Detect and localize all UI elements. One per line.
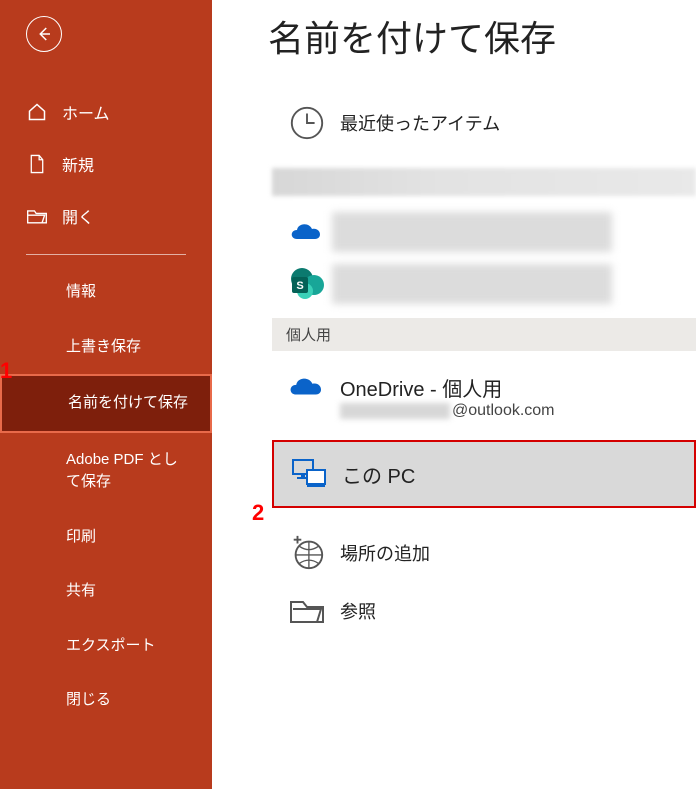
home-icon [26,102,48,122]
onedrive-email: @outlook.com [340,402,555,420]
nav-print[interactable]: 印刷 [0,510,212,565]
globe-plus-icon [282,534,332,572]
callout-1: 1 [0,358,12,384]
backstage-sidebar: ホーム 新規 開く 情報 上書き保存 名前を付けて保存 Adobe PDF とし… [0,0,212,789]
nav-share[interactable]: 共有 [0,564,212,619]
add-place-label: 場所の追加 [340,540,430,566]
nav-home[interactable]: ホーム [0,86,212,138]
clock-icon [282,104,332,142]
redacted-email-user [340,403,450,419]
location-sharepoint[interactable]: S [272,258,696,310]
svg-text:S: S [296,280,303,292]
onedrive-icon [282,373,332,401]
location-add-place[interactable]: 場所の追加 [272,522,696,584]
nav-save[interactable]: 上書き保存 [0,320,212,375]
callout-2: 2 [252,500,264,526]
onedrive-email-suffix: @outlook.com [452,402,555,419]
sharepoint-icon: S [282,267,332,301]
nav-close[interactable]: 閉じる [0,673,212,728]
redacted-text [332,212,612,252]
location-onedrive-personal[interactable]: OneDrive - 個人用 @outlook.com [272,363,696,440]
nav-list: ホーム 新規 開く 情報 上書き保存 名前を付けて保存 Adobe PDF とし… [0,86,212,728]
nav-new[interactable]: 新規 [0,138,212,190]
browse-label: 参照 [340,598,376,624]
nav-open[interactable]: 開く [0,190,212,242]
nav-divider [26,254,186,255]
folder-open-icon [26,207,48,225]
nav-info[interactable]: 情報 [0,265,212,320]
location-this-pc[interactable]: この PC [272,440,696,508]
nav-home-label: ホーム [62,100,110,124]
arrow-left-icon [35,25,53,43]
redacted-row [272,168,696,196]
nav-adobe-pdf[interactable]: Adobe PDF として保存 [0,433,212,510]
redacted-text [332,264,612,304]
location-cloud-1[interactable] [272,206,696,258]
location-browse[interactable]: 参照 [272,584,696,638]
this-pc-icon [284,456,334,492]
nav-export[interactable]: エクスポート [0,619,212,674]
nav-open-label: 開く [62,204,94,228]
location-recent-label: 最近使ったアイテム [340,110,500,136]
folder-icon [282,596,332,626]
this-pc-label: この PC [342,460,415,489]
page-title: 名前を付けて保存 [212,10,696,62]
location-recent[interactable]: 最近使ったアイテム [272,92,696,154]
nav-new-label: 新規 [62,152,94,176]
nav-save-as[interactable]: 名前を付けて保存 [0,374,212,433]
section-personal: 個人用 [272,318,696,351]
onedrive-icon [282,219,332,245]
main-panel: 名前を付けて保存 最近使ったアイテム S 個人用 [212,0,696,789]
onedrive-title: OneDrive - 個人用 [340,373,555,402]
back-button[interactable] [26,16,62,52]
file-icon [26,154,48,174]
